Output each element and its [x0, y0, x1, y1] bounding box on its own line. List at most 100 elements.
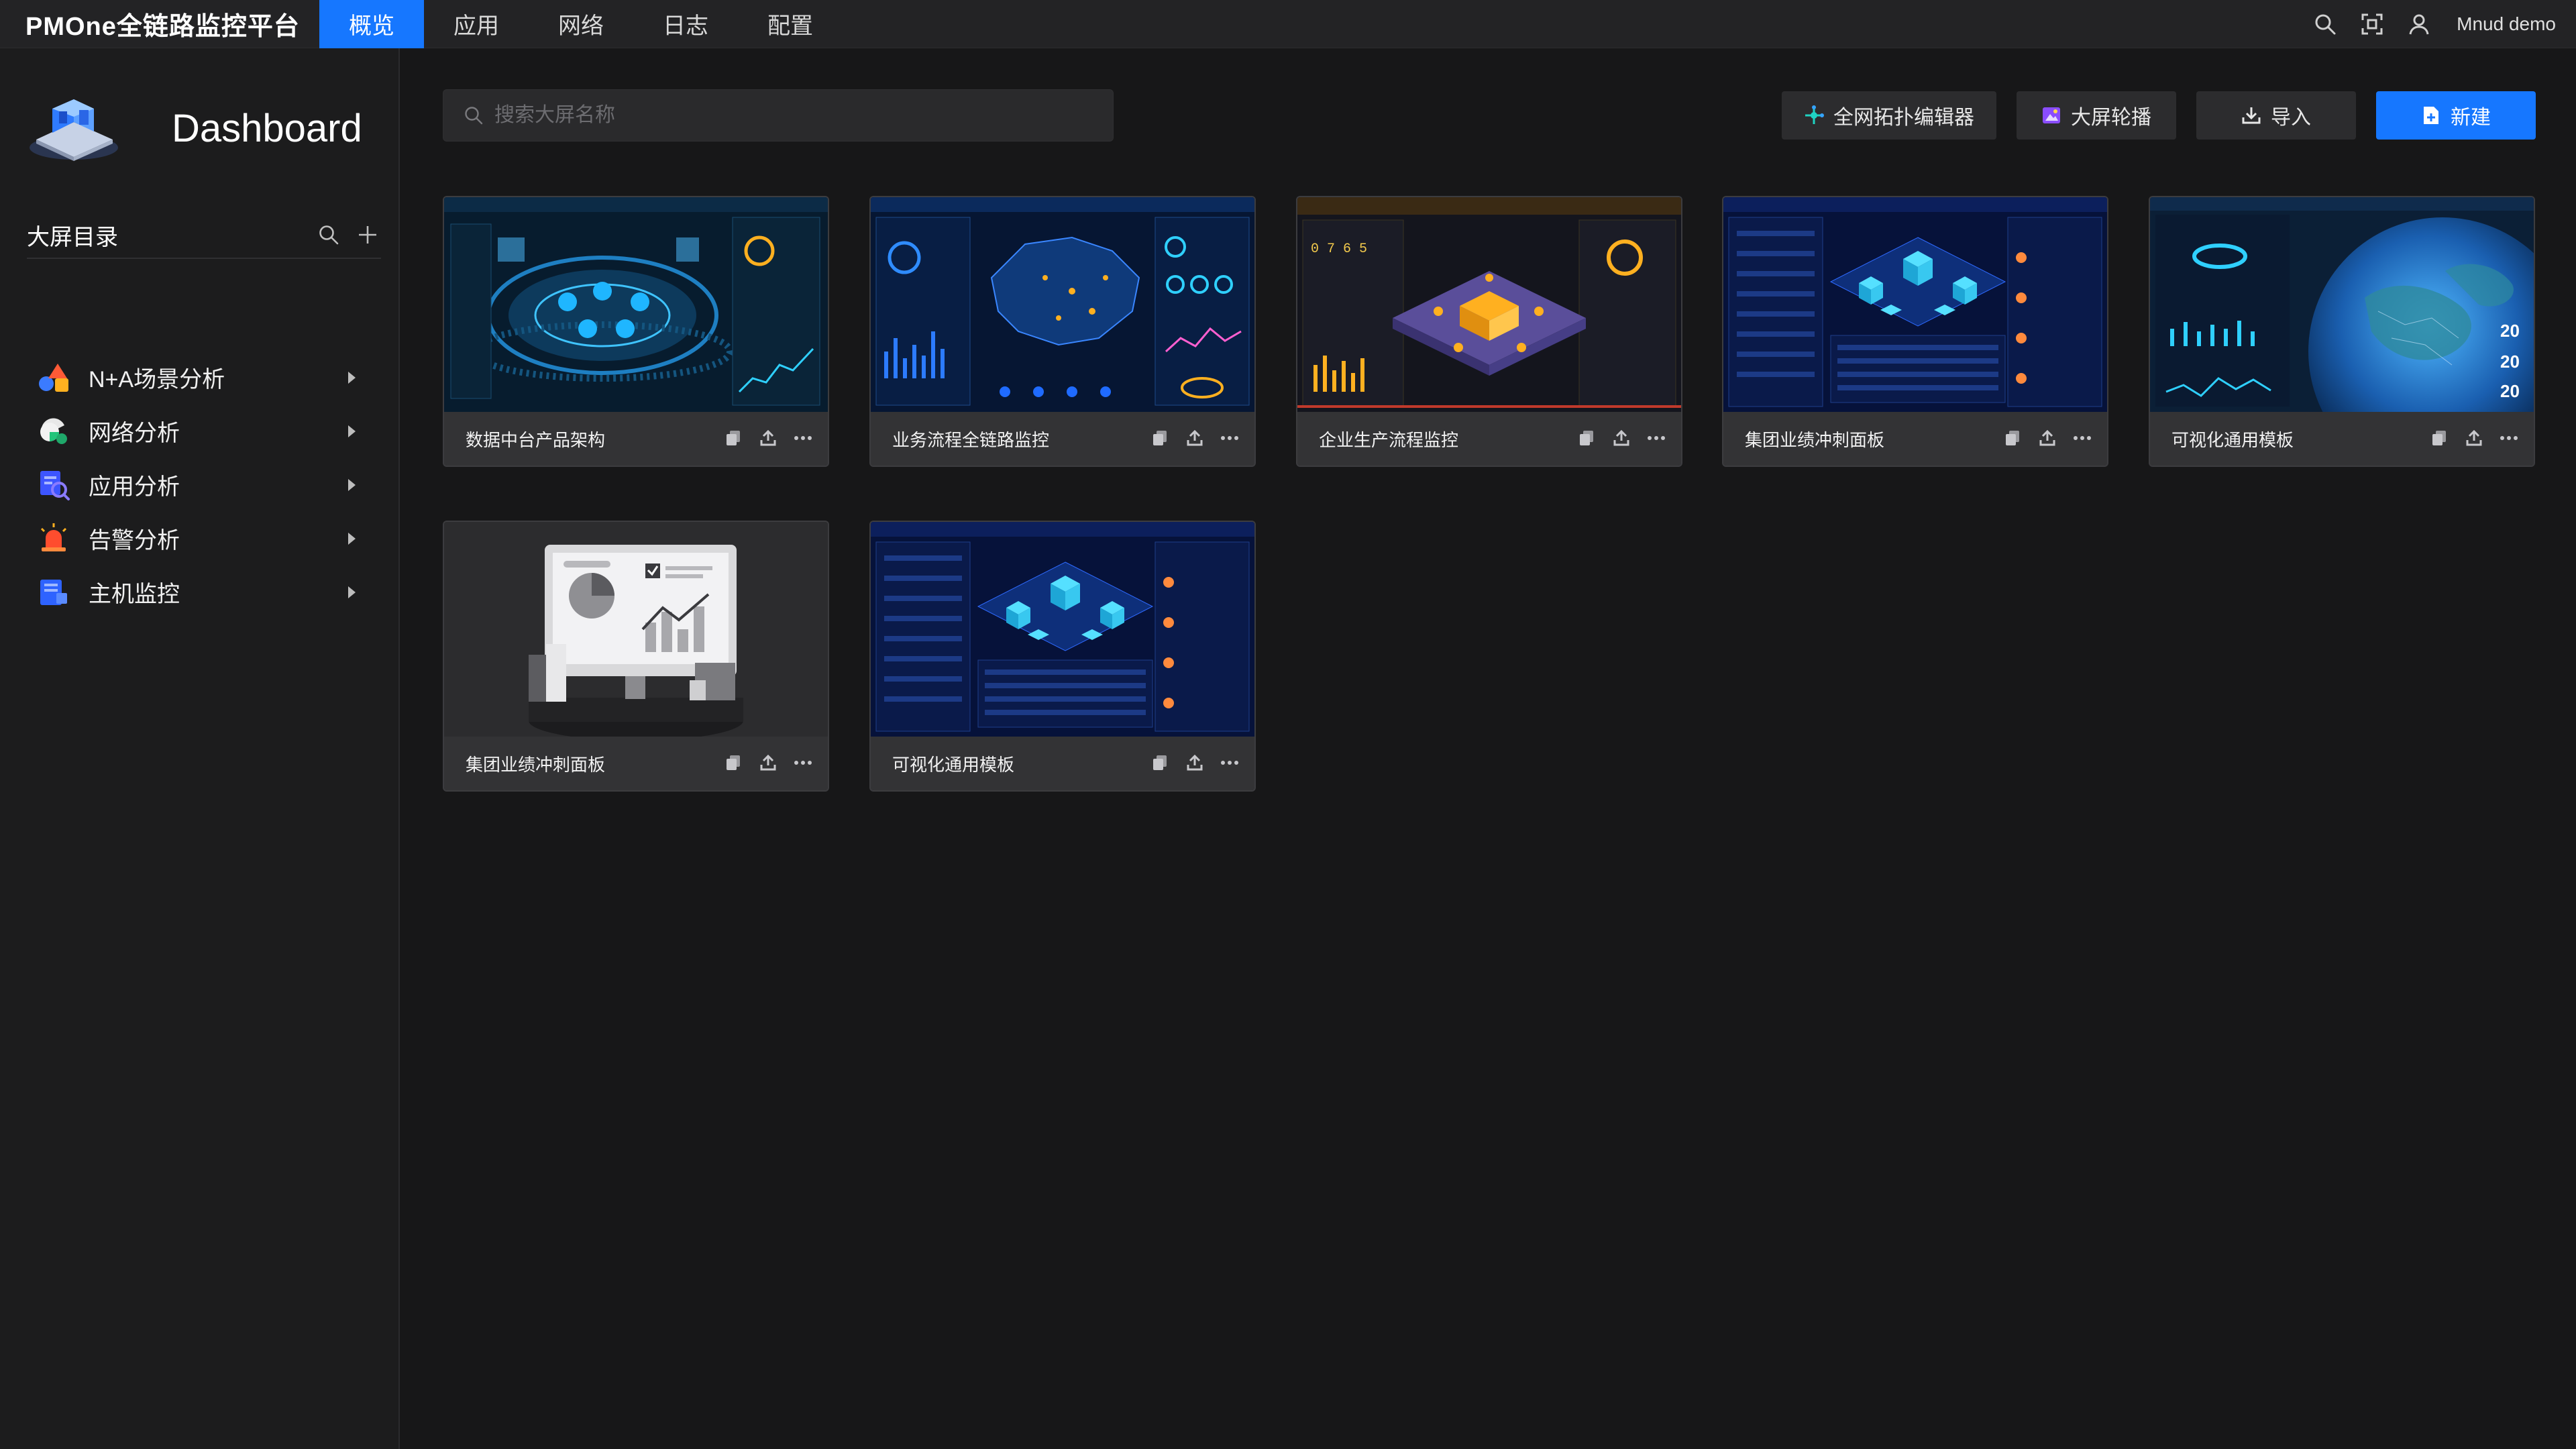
copy-icon[interactable]: [723, 751, 743, 774]
alarm-analysis-icon: [40, 523, 67, 551]
directory-search-icon[interactable]: [315, 221, 342, 248]
card-title: 可视化通用模板: [2171, 429, 2294, 450]
directory-title: 大屏目录: [27, 224, 118, 250]
more-icon[interactable]: [2072, 427, 2092, 449]
new-file-icon: [2421, 105, 2441, 125]
main-nav: 概览 应用 网络 日志 配置: [319, 0, 843, 48]
sidebar-header: Dashboard: [27, 90, 362, 162]
topology-editor-button[interactable]: 全网拓扑编辑器: [1782, 91, 1996, 140]
download-icon: [2241, 105, 2261, 125]
scene-analysis-icon: [39, 364, 68, 392]
menu-item-alarm-analysis[interactable]: 告警分析: [27, 511, 381, 565]
menu-label: 主机监控: [89, 581, 180, 607]
dashboard-card[interactable]: 集团业绩冲刺面板: [1722, 196, 2108, 467]
card-title: 可视化通用模板: [892, 754, 1015, 775]
directory-menu: N+A场景分析 网络分析 应用分析 告警分析 主机监控: [27, 350, 381, 619]
carousel-label: 大屏轮播: [2071, 107, 2151, 129]
export-icon[interactable]: [1611, 427, 1631, 449]
user-avatar-icon[interactable]: [2406, 11, 2432, 38]
card-title: 企业生产流程监控: [1319, 429, 1459, 450]
card-thumbnail[interactable]: [1723, 197, 2107, 412]
more-icon[interactable]: [1220, 427, 1240, 449]
export-icon[interactable]: [2464, 427, 2484, 449]
nav-tab-config[interactable]: 配置: [738, 0, 843, 48]
menu-item-network-analysis[interactable]: 网络分析: [27, 404, 381, 458]
expand-arrow-icon[interactable]: [348, 586, 356, 598]
card-thumbnail[interactable]: [444, 522, 828, 737]
username[interactable]: Mnud demo: [2457, 13, 2556, 35]
copy-icon[interactable]: [2002, 427, 2023, 449]
nav-tab-network[interactable]: 网络: [529, 0, 633, 48]
search-input[interactable]: [494, 104, 1098, 127]
svg-text:20: 20: [2500, 381, 2520, 401]
copy-icon[interactable]: [1150, 751, 1170, 774]
brand-logo-text: PMOne全链路监控平台: [25, 13, 300, 41]
search-box[interactable]: [443, 89, 1114, 142]
dashboard-card[interactable]: 集团业绩冲刺面板: [443, 521, 829, 792]
directory-header: 大屏目录: [27, 212, 381, 259]
more-icon[interactable]: [793, 427, 813, 449]
card-title: 集团业绩冲刺面板: [1745, 429, 1885, 450]
sidebar: Dashboard 大屏目录 N+A场景分析 网络分析 应用分析 告警分析 主机…: [0, 48, 400, 1449]
menu-label: 应用分析: [89, 474, 180, 500]
export-icon[interactable]: [1185, 427, 1205, 449]
top-bar: PMOne全链路监控平台 概览 应用 网络 日志 配置 Mnud demo: [0, 0, 2576, 48]
new-label: 新建: [2451, 107, 2491, 129]
dashboard-card[interactable]: 可视化通用模板: [869, 521, 1256, 792]
card-title: 集团业绩冲刺面板: [466, 754, 606, 775]
network-analysis-icon: [40, 418, 67, 444]
expand-arrow-icon[interactable]: [348, 425, 356, 437]
svg-text:0 7 6 5: 0 7 6 5: [1311, 241, 1367, 257]
nav-tab-log[interactable]: 日志: [633, 0, 738, 48]
dashboard-card[interactable]: 0 7 6 5 企业生产流程监控: [1296, 196, 1682, 467]
carousel-icon: [2041, 105, 2061, 125]
fullscreen-icon[interactable]: [2359, 11, 2385, 38]
nav-tab-application[interactable]: 应用: [424, 0, 529, 48]
export-icon[interactable]: [2037, 427, 2057, 449]
import-button[interactable]: 导入: [2196, 91, 2356, 140]
copy-icon[interactable]: [2429, 427, 2449, 449]
add-directory-icon[interactable]: [354, 221, 381, 248]
app-analysis-icon: [40, 471, 70, 500]
copy-icon[interactable]: [723, 427, 743, 449]
copy-icon[interactable]: [1150, 427, 1170, 449]
topology-icon: [1804, 105, 1824, 125]
more-icon[interactable]: [793, 751, 813, 774]
import-label: 导入: [2271, 107, 2311, 129]
expand-arrow-icon[interactable]: [348, 479, 356, 491]
more-icon[interactable]: [1646, 427, 1666, 449]
host-monitor-icon: [40, 580, 67, 605]
copy-icon[interactable]: [1576, 427, 1597, 449]
more-icon[interactable]: [2499, 427, 2519, 449]
export-icon[interactable]: [1185, 751, 1205, 774]
new-dashboard-button[interactable]: 新建: [2376, 91, 2536, 140]
export-icon[interactable]: [758, 427, 778, 449]
expand-arrow-icon[interactable]: [348, 372, 356, 384]
card-thumbnail[interactable]: 20 20 20: [2150, 197, 2534, 412]
expand-arrow-icon[interactable]: [348, 533, 356, 545]
more-icon[interactable]: [1220, 751, 1240, 774]
menu-label: 网络分析: [89, 420, 180, 446]
dashboard-card[interactable]: 业务流程全链路监控: [869, 196, 1256, 467]
card-thumbnail[interactable]: [444, 197, 828, 412]
card-thumbnail[interactable]: 0 7 6 5: [1297, 197, 1681, 412]
card-title: 数据中台产品架构: [466, 429, 606, 450]
dashboard-card[interactable]: 20 20 20 可视化通用模板: [2149, 196, 2535, 467]
menu-item-app-analysis[interactable]: 应用分析: [27, 458, 381, 511]
screen-carousel-button[interactable]: 大屏轮播: [2017, 91, 2176, 140]
svg-text:20: 20: [2500, 352, 2520, 372]
card-thumbnail[interactable]: [871, 522, 1254, 737]
dashboard-card[interactable]: 数据中台产品架构: [443, 196, 829, 467]
menu-item-host-monitor[interactable]: 主机监控: [27, 565, 381, 619]
menu-label: 告警分析: [89, 527, 180, 553]
sidebar-title: Dashboard: [172, 107, 362, 150]
export-icon[interactable]: [758, 751, 778, 774]
dashboard-logo-icon: [30, 99, 118, 161]
search-icon: [465, 107, 483, 125]
card-thumbnail[interactable]: [871, 197, 1254, 412]
nav-tab-overview[interactable]: 概览: [319, 0, 424, 48]
search-icon[interactable]: [2312, 11, 2339, 38]
svg-text:20: 20: [2500, 321, 2520, 341]
card-title: 业务流程全链路监控: [892, 429, 1050, 450]
menu-item-scene-analysis[interactable]: N+A场景分析: [27, 350, 381, 404]
